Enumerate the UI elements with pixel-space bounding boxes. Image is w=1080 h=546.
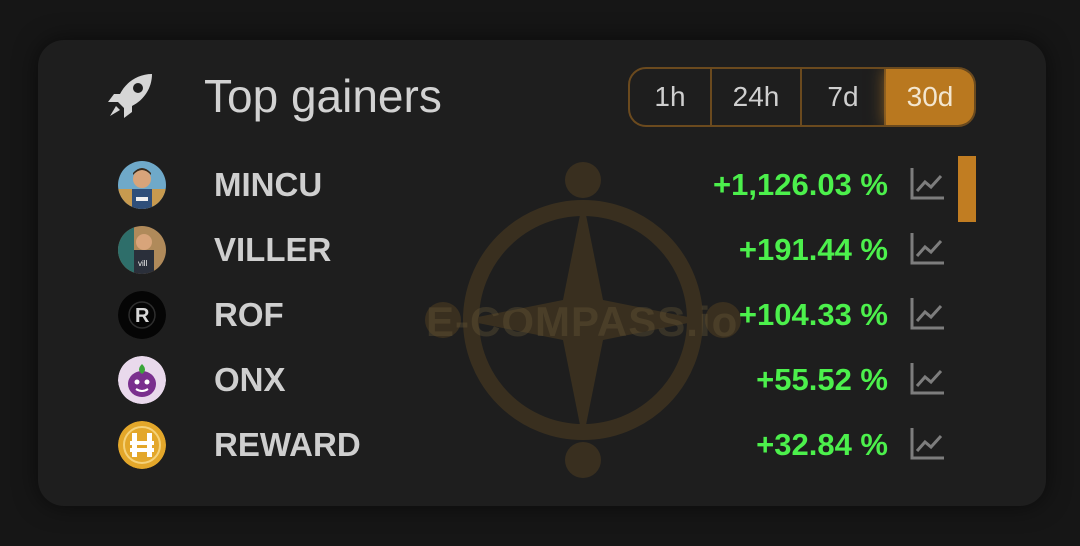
token-symbol: ROF <box>214 296 284 333</box>
chart-icon[interactable] <box>910 231 946 265</box>
chart-icon[interactable] <box>910 361 946 395</box>
price-change: +55.52 % <box>756 362 888 397</box>
price-change: +104.33 % <box>738 297 888 332</box>
tab-24h[interactable]: 24h <box>712 69 802 125</box>
rocket-icon <box>108 74 152 118</box>
token-symbol: MINCU <box>214 166 323 203</box>
viller-avatar: vill <box>118 226 166 274</box>
chart-icon[interactable] <box>910 296 946 330</box>
gainer-row[interactable]: REWARD +32.84 % <box>38 412 1046 476</box>
tab-1h[interactable]: 1h <box>630 69 712 125</box>
chart-icon[interactable] <box>910 166 946 200</box>
onx-avatar <box>118 356 166 404</box>
gainer-row[interactable]: MINCU +1,126.03 % <box>38 152 1046 216</box>
rof-avatar: R <box>118 291 166 339</box>
tab-7d[interactable]: 7d <box>802 69 886 125</box>
tab-30d[interactable]: 30d <box>886 69 974 125</box>
price-change: +191.44 % <box>738 232 888 267</box>
chart-icon[interactable] <box>910 426 946 460</box>
gainer-row[interactable]: R ROF +104.33 % <box>38 282 1046 346</box>
svg-text:vill: vill <box>138 259 148 268</box>
mincu-avatar <box>118 161 166 209</box>
card-title: Top gainers <box>204 70 442 122</box>
price-change: +32.84 % <box>756 427 888 462</box>
timeframe-tabs: 1h 24h 7d 30d <box>628 67 976 127</box>
list-scrollbar[interactable] <box>958 156 976 222</box>
token-symbol: REWARD <box>214 426 361 463</box>
svg-text:R: R <box>135 305 150 327</box>
token-symbol: ONX <box>214 361 286 398</box>
card-header: Top gainers 1h 24h 7d 30d <box>38 40 1046 152</box>
token-symbol: VILLER <box>214 231 332 268</box>
top-gainers-card: E-COMPASS.io Top gainers 1h 24h 7d 30d M… <box>38 40 1046 506</box>
reward-avatar <box>118 421 166 469</box>
gainer-row[interactable]: ONX +55.52 % <box>38 347 1046 411</box>
gainer-row[interactable]: vill VILLER +191.44 % <box>38 217 1046 281</box>
price-change: +1,126.03 % <box>713 167 888 202</box>
